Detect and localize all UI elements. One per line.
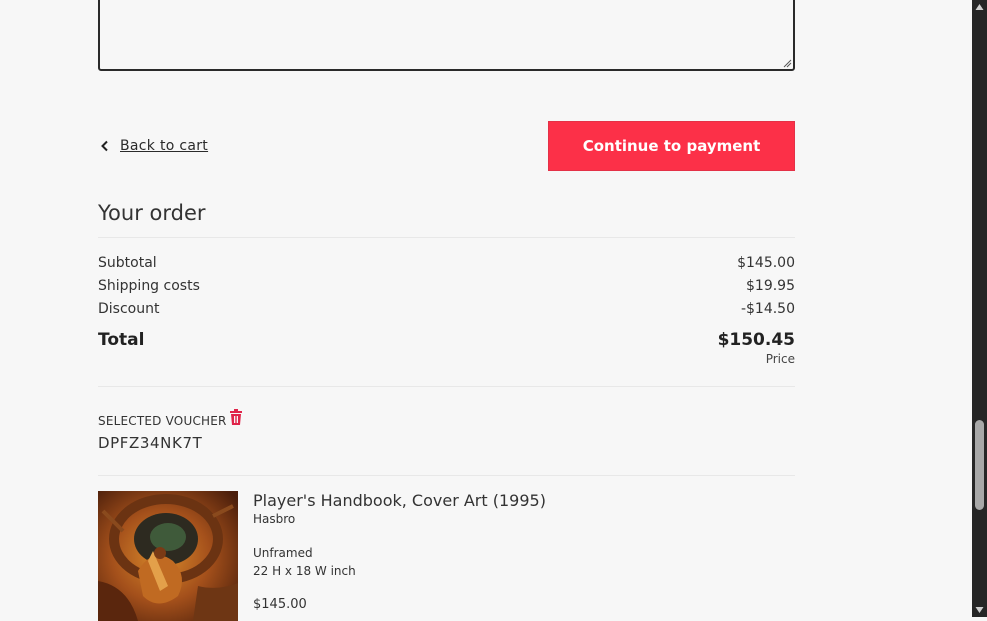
subtotal-value: $145.00 — [737, 255, 795, 271]
back-to-cart-link[interactable]: Back to cart — [100, 136, 208, 156]
total-label: Total — [98, 330, 145, 350]
product-frame: Unframed — [253, 546, 313, 560]
scroll-down-icon[interactable] — [972, 603, 987, 617]
product-thumbnail[interactable] — [98, 491, 238, 621]
divider — [98, 386, 795, 387]
shipping-label: Shipping costs — [98, 278, 200, 294]
product-title[interactable]: Player's Handbook, Cover Art (1995) — [253, 491, 546, 510]
back-to-cart-label: Back to cart — [120, 138, 209, 154]
scroll-up-icon[interactable] — [972, 0, 987, 14]
continue-to-payment-button[interactable]: Continue to payment — [548, 121, 795, 171]
chevron-left-icon — [101, 140, 108, 152]
discount-label: Discount — [98, 301, 160, 317]
divider — [98, 237, 795, 238]
discount-row: Discount -$14.50 — [98, 301, 795, 317]
shipping-row: Shipping costs $19.95 — [98, 278, 795, 294]
divider — [98, 475, 795, 476]
scroll-thumb[interactable] — [975, 420, 984, 510]
total-value: $150.45 — [717, 330, 795, 350]
price-note: Price — [765, 352, 795, 366]
trash-icon[interactable] — [229, 409, 243, 426]
discount-value: -$14.50 — [740, 301, 795, 317]
voucher-label: SELECTED VOUCHER — [98, 414, 227, 428]
total-row: Total $150.45 — [98, 330, 795, 350]
notes-textarea[interactable] — [98, 0, 795, 71]
shipping-value: $19.95 — [746, 278, 795, 294]
order-title: Your order — [98, 201, 206, 225]
scrollbar[interactable] — [972, 0, 987, 617]
product-price: $145.00 — [253, 597, 307, 612]
subtotal-row: Subtotal $145.00 — [98, 255, 795, 271]
resize-grip-icon[interactable] — [782, 58, 792, 68]
subtotal-label: Subtotal — [98, 255, 157, 271]
product-size: 22 H x 18 W inch — [253, 564, 356, 578]
voucher-code: DPFZ34NK7T — [98, 434, 203, 452]
product-brand: Hasbro — [253, 512, 296, 526]
